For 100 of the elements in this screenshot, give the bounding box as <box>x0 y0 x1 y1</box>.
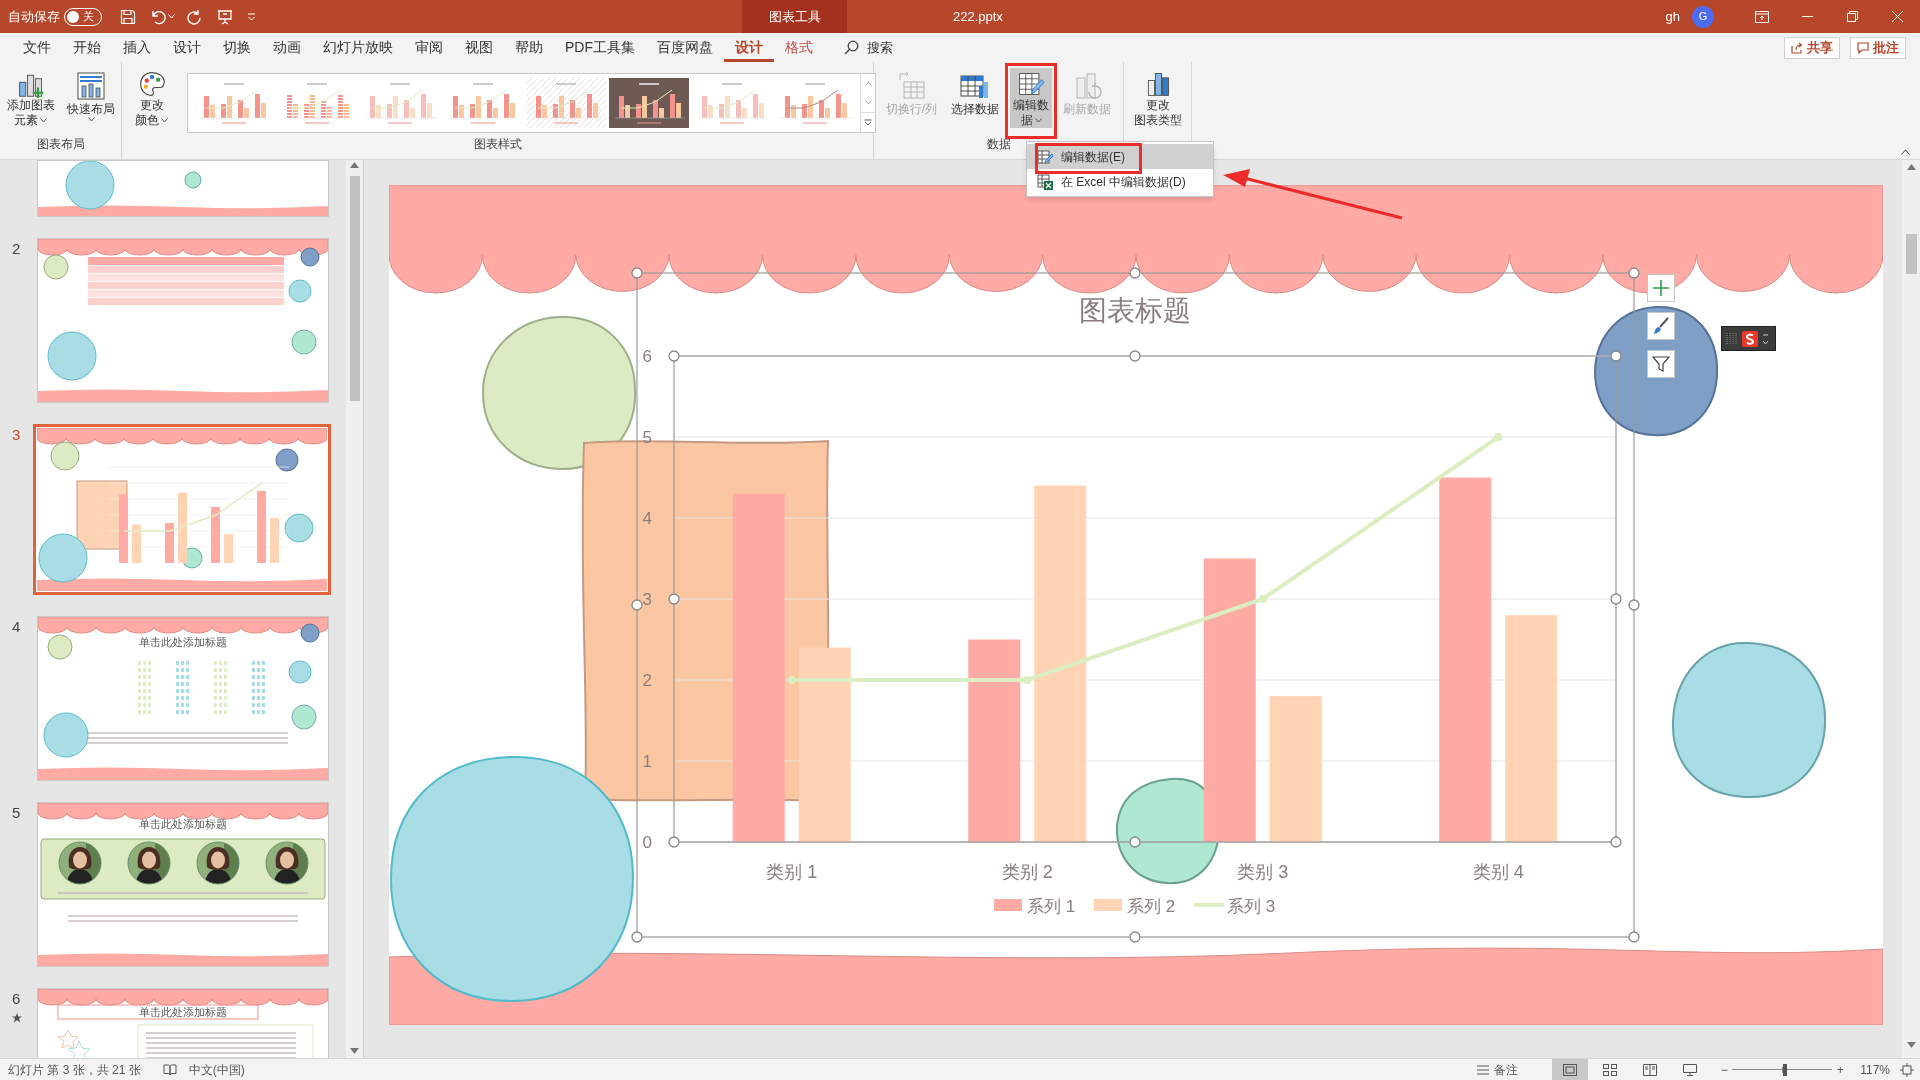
ribbon-tab[interactable]: PDF工具集 <box>554 33 646 62</box>
ribbon-tab[interactable]: 帮助 <box>504 33 554 62</box>
more-icon <box>864 119 872 126</box>
chart-selection-frame[interactable] <box>631 267 1640 943</box>
ribbon-tab[interactable]: 动画 <box>262 33 312 62</box>
chart-elements-button[interactable] <box>1647 274 1675 302</box>
scroll-thumb[interactable] <box>1905 234 1917 274</box>
chart-styles-button[interactable] <box>1647 312 1675 340</box>
menu-item[interactable]: 在 Excel 中编辑数据(D) <box>1027 169 1213 194</box>
file-name: 222.pptx <box>953 7 1003 26</box>
scroll-thumb[interactable] <box>349 176 360 401</box>
plot-selection-frame[interactable] <box>668 350 1622 848</box>
search-label[interactable]: 搜索 <box>867 37 893 58</box>
bar[interactable] <box>732 493 785 842</box>
bar[interactable] <box>798 647 851 842</box>
zoom-slider-thumb[interactable] <box>1783 1063 1788 1076</box>
scrollbar[interactable] <box>346 160 363 1058</box>
fit-slide-icon[interactable] <box>1900 1062 1914 1077</box>
edit-table-icon <box>1037 148 1053 165</box>
axis-tick-label: 6 <box>642 347 652 366</box>
zoom-level[interactable]: 117% <box>1860 1060 1890 1079</box>
ribbon-button[interactable]: 添加图表 元素 <box>3 68 58 128</box>
group-label: 图表样式 <box>473 136 522 153</box>
zoom-out-button[interactable]: − <box>1718 1060 1731 1079</box>
zoom-slider[interactable] <box>1732 1063 1833 1076</box>
book-icon[interactable] <box>162 1063 177 1076</box>
brush-icon <box>1652 317 1670 335</box>
data-point[interactable] <box>1023 676 1032 684</box>
ribbon-tab[interactable]: 百度网盘 <box>646 33 724 62</box>
group-label: 图表布局 <box>36 136 85 153</box>
bar <box>270 518 279 563</box>
legend-label: 系列 3 <box>1227 897 1276 916</box>
ribbon-tab[interactable]: 插入 <box>112 33 162 62</box>
ribbon-button[interactable]: 快速布局 <box>63 68 118 128</box>
share-button[interactable]: 共享 <box>1784 36 1840 59</box>
ribbon-tab[interactable]: 视图 <box>454 33 504 62</box>
slide-thumbnail[interactable] <box>37 160 329 217</box>
slide-number: 4 <box>12 617 21 637</box>
ribbon-tab[interactable]: 设计 <box>162 33 212 62</box>
ribbon-tab[interactable]: 格式 <box>774 33 824 62</box>
chart-style-option[interactable] <box>607 76 690 130</box>
bar[interactable] <box>1034 485 1087 842</box>
chart-filters-button[interactable] <box>1647 350 1675 378</box>
floating-toolbar[interactable] <box>1721 326 1776 351</box>
ribbon-button[interactable]: 更改 颜色 <box>132 68 171 128</box>
caret-icon[interactable] <box>168 14 175 19</box>
save-icon[interactable] <box>120 8 136 25</box>
ribbon-tab[interactable]: 审阅 <box>404 33 454 62</box>
slide-thumbnail[interactable]: 单击此处添加标题 <box>37 616 329 781</box>
search-icon[interactable] <box>844 40 859 55</box>
bar[interactable] <box>1203 558 1256 842</box>
menu-item[interactable]: 编辑数据(E) <box>1027 144 1213 169</box>
window-icon <box>1755 10 1769 23</box>
bar <box>224 534 233 563</box>
notes-button[interactable]: 备注 <box>1476 1060 1519 1079</box>
scroll-down-icon[interactable] <box>1906 1042 1916 1048</box>
slide-thumbnail[interactable] <box>37 238 329 403</box>
undo-icon[interactable] <box>150 8 166 25</box>
decorative-blob <box>38 533 88 583</box>
bar[interactable] <box>1439 477 1492 842</box>
data-point[interactable] <box>1494 433 1503 441</box>
data-point[interactable] <box>1258 595 1267 603</box>
language-label[interactable]: 中文(中国) <box>188 1060 245 1079</box>
collapse-ribbon-icon[interactable] <box>1901 149 1910 155</box>
avatar[interactable]: G <box>1692 5 1714 28</box>
ribbon-tab[interactable]: 文件 <box>12 33 62 62</box>
share-icon <box>1791 41 1803 54</box>
caret-up-icon <box>864 81 872 86</box>
redo-icon[interactable] <box>187 8 203 25</box>
scroll-up-icon[interactable] <box>350 162 359 168</box>
slide-thumbnail[interactable]: 单击此处添加标题 <box>37 988 329 1058</box>
quick-layout-icon <box>74 70 107 102</box>
ribbon-tab[interactable]: 幻灯片放映 <box>312 33 404 62</box>
legend-swatch <box>1194 903 1224 907</box>
scroll-down-icon[interactable] <box>350 1048 359 1054</box>
slide-number: 2 <box>12 239 21 259</box>
user-name: gh <box>1665 7 1680 26</box>
customize-icon[interactable] <box>247 12 256 21</box>
bar[interactable] <box>968 639 1021 842</box>
ribbon-tab[interactable]: 开始 <box>62 33 112 62</box>
ribbon-button[interactable]: 选择数据 <box>948 68 1003 128</box>
ribbon-tab[interactable]: 切换 <box>212 33 262 62</box>
autosave-label: 自动保存 <box>7 7 60 26</box>
category-label: 类别 3 <box>1237 862 1289 882</box>
scroll-up-icon[interactable] <box>1906 164 1916 170</box>
bar <box>132 524 141 563</box>
presentation-icon[interactable] <box>217 8 233 25</box>
slide-count: 幻灯片 第 3 张，共 21 张 <box>7 1061 141 1079</box>
caret-down-icon <box>864 100 872 105</box>
comments-button[interactable]: 批注 <box>1850 36 1906 59</box>
data-point[interactable] <box>787 676 796 684</box>
zoom-in-button[interactable]: + <box>1834 1060 1847 1079</box>
scrollbar[interactable] <box>1902 160 1920 1058</box>
slide-thumbnail[interactable] <box>33 424 331 595</box>
ribbon-button[interactable]: 编辑数 据 <box>1010 68 1053 128</box>
minimize-icon <box>1801 16 1813 17</box>
slide-thumbnail[interactable]: 单击此处添加标题 <box>37 802 329 967</box>
context-tab-label: 图表工具 <box>742 0 847 33</box>
view-button[interactable] <box>1552 1058 1589 1080</box>
ribbon-button[interactable]: 更改 图表类型 <box>1130 68 1185 128</box>
